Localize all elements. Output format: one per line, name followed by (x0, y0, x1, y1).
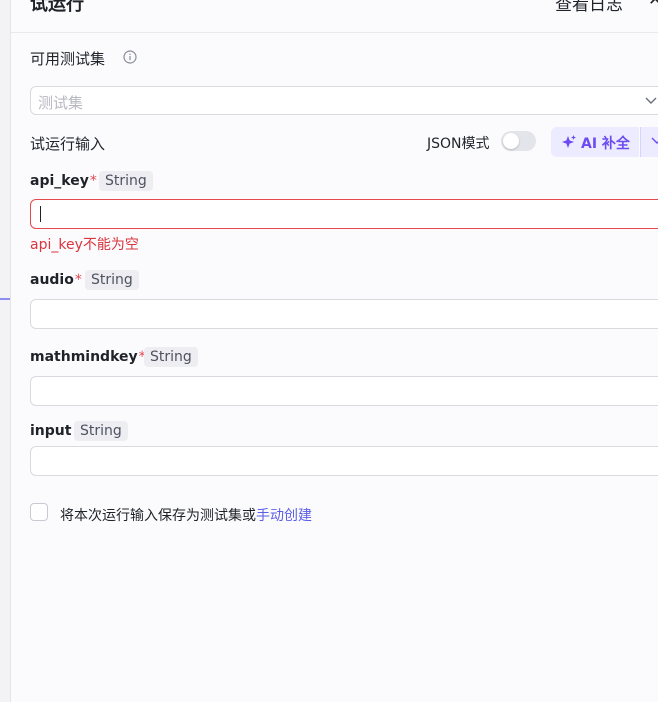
json-mode-toggle[interactable] (501, 131, 536, 151)
ai-fill-dropdown[interactable] (640, 127, 658, 157)
ai-fill-label: AI 补全 (581, 136, 630, 152)
json-mode-label: JSON模式 (427, 136, 490, 152)
save-as-testset-text: 将本次运行输入保存为测试集或手动创建 (60, 505, 312, 525)
audio-type-tag: String (85, 270, 139, 290)
audio-label: audio* (30, 272, 82, 288)
api-key-error: api_key不能为空 (30, 237, 139, 253)
testset-select[interactable]: 测试集 (30, 86, 658, 115)
close-icon[interactable]: ✕ (648, 0, 658, 10)
audio-name: audio (30, 272, 74, 288)
panel-header: 试运行 查看日志 ✕ (11, 0, 658, 33)
testset-label: 可用测试集 (30, 50, 106, 68)
left-side-strip (0, 0, 11, 702)
input-label: input (30, 423, 71, 439)
api-key-name: api_key (30, 173, 89, 189)
input-type-tag: String (74, 421, 128, 441)
panel-title: 试运行 (30, 0, 84, 15)
mathmindkey-name: mathmindkey (30, 349, 138, 365)
input-name: input (30, 423, 72, 439)
ai-fill-button[interactable]: AI 补全 (551, 127, 639, 157)
api-key-label: api_key* (30, 173, 97, 189)
required-mark: * (74, 272, 82, 288)
left-strip-accent (0, 298, 10, 300)
run-input-label: 试运行输入 (30, 135, 106, 153)
view-log-button[interactable]: 查看日志 (555, 0, 623, 15)
required-mark: * (89, 173, 97, 189)
chevron-down-icon (645, 97, 657, 104)
chevron-down-icon (651, 137, 658, 144)
save-as-testset-label: 将本次运行输入保存为测试集或 (60, 508, 256, 524)
save-as-testset-checkbox[interactable] (30, 503, 48, 521)
mathmindkey-type-tag: String (144, 347, 198, 367)
testset-select-placeholder: 测试集 (38, 94, 84, 112)
toggle-knob (503, 133, 519, 149)
mathmindkey-label: mathmindkey* (30, 349, 146, 365)
api-key-input[interactable] (30, 199, 658, 229)
sparkle-icon (562, 135, 576, 148)
manual-create-link[interactable]: 手动创建 (256, 508, 312, 524)
text-caret (40, 206, 41, 222)
mathmindkey-input[interactable] (30, 376, 658, 406)
input-input[interactable] (30, 446, 658, 476)
info-icon[interactable] (123, 50, 137, 64)
test-run-panel: 试运行 查看日志 ✕ 可用测试集 测试集 试运行输入 JSON模式 AI 补全 … (11, 0, 658, 702)
audio-input[interactable] (30, 299, 658, 329)
api-key-type-tag: String (99, 171, 153, 191)
